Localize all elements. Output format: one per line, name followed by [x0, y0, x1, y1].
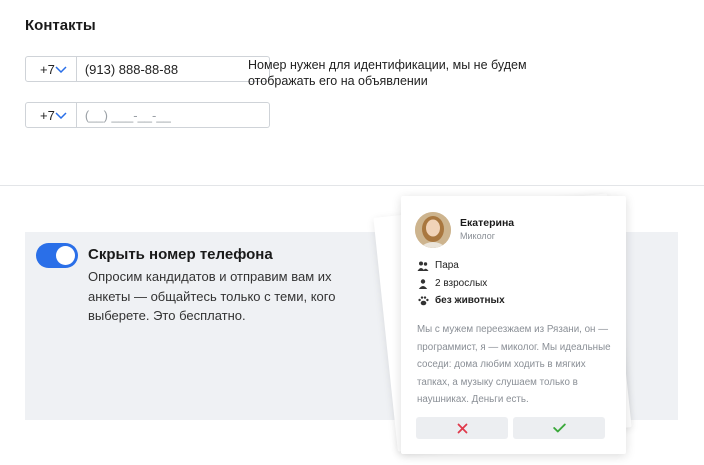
chevron-down-icon [55, 111, 67, 119]
person-name: Екатерина [460, 217, 515, 229]
chevron-down-icon [55, 65, 67, 73]
hide-phone-title: Скрыть номер телефона [88, 246, 273, 263]
phone-row-2: +7 [25, 102, 270, 128]
country-code-select[interactable]: +7 [25, 56, 77, 82]
phone-input[interactable] [76, 56, 270, 82]
country-code-value: +7 [40, 61, 55, 77]
hide-phone-description: Опросим кандидатов и отправим вам их анк… [88, 269, 336, 323]
attribute-couple: Пара [417, 260, 459, 271]
toggle-knob [56, 246, 75, 265]
person-icon [417, 278, 429, 289]
phone-row-1: +7 [25, 56, 270, 82]
reject-button[interactable] [416, 417, 508, 439]
country-code-value: +7 [40, 107, 55, 123]
accept-button[interactable] [513, 417, 605, 439]
couple-icon [417, 261, 429, 271]
attribute-text: Пара [435, 260, 459, 271]
phone-hint: Номер нужен для идентификации, мы не буд… [248, 58, 527, 88]
divider [0, 185, 704, 186]
country-code-select[interactable]: +7 [25, 102, 77, 128]
check-icon [552, 423, 566, 433]
attribute-adults: 2 взрослых [417, 278, 487, 289]
hide-phone-toggle[interactable] [36, 243, 78, 268]
attribute-pets: без животных [417, 295, 505, 306]
paw-icon [417, 295, 429, 306]
avatar [415, 212, 451, 248]
candidate-card: Екатерина Миколог Пара 2 взрослых без жи… [401, 196, 626, 454]
attribute-text: без животных [435, 295, 505, 306]
candidate-about: Мы с мужем переезжаем из Рязани, он — пр… [417, 324, 611, 405]
section-title: Контакты [25, 17, 96, 34]
person-role: Миколог [460, 231, 496, 241]
cross-icon [457, 423, 467, 433]
attribute-text: 2 взрослых [435, 278, 488, 289]
phone-input[interactable] [76, 102, 270, 128]
